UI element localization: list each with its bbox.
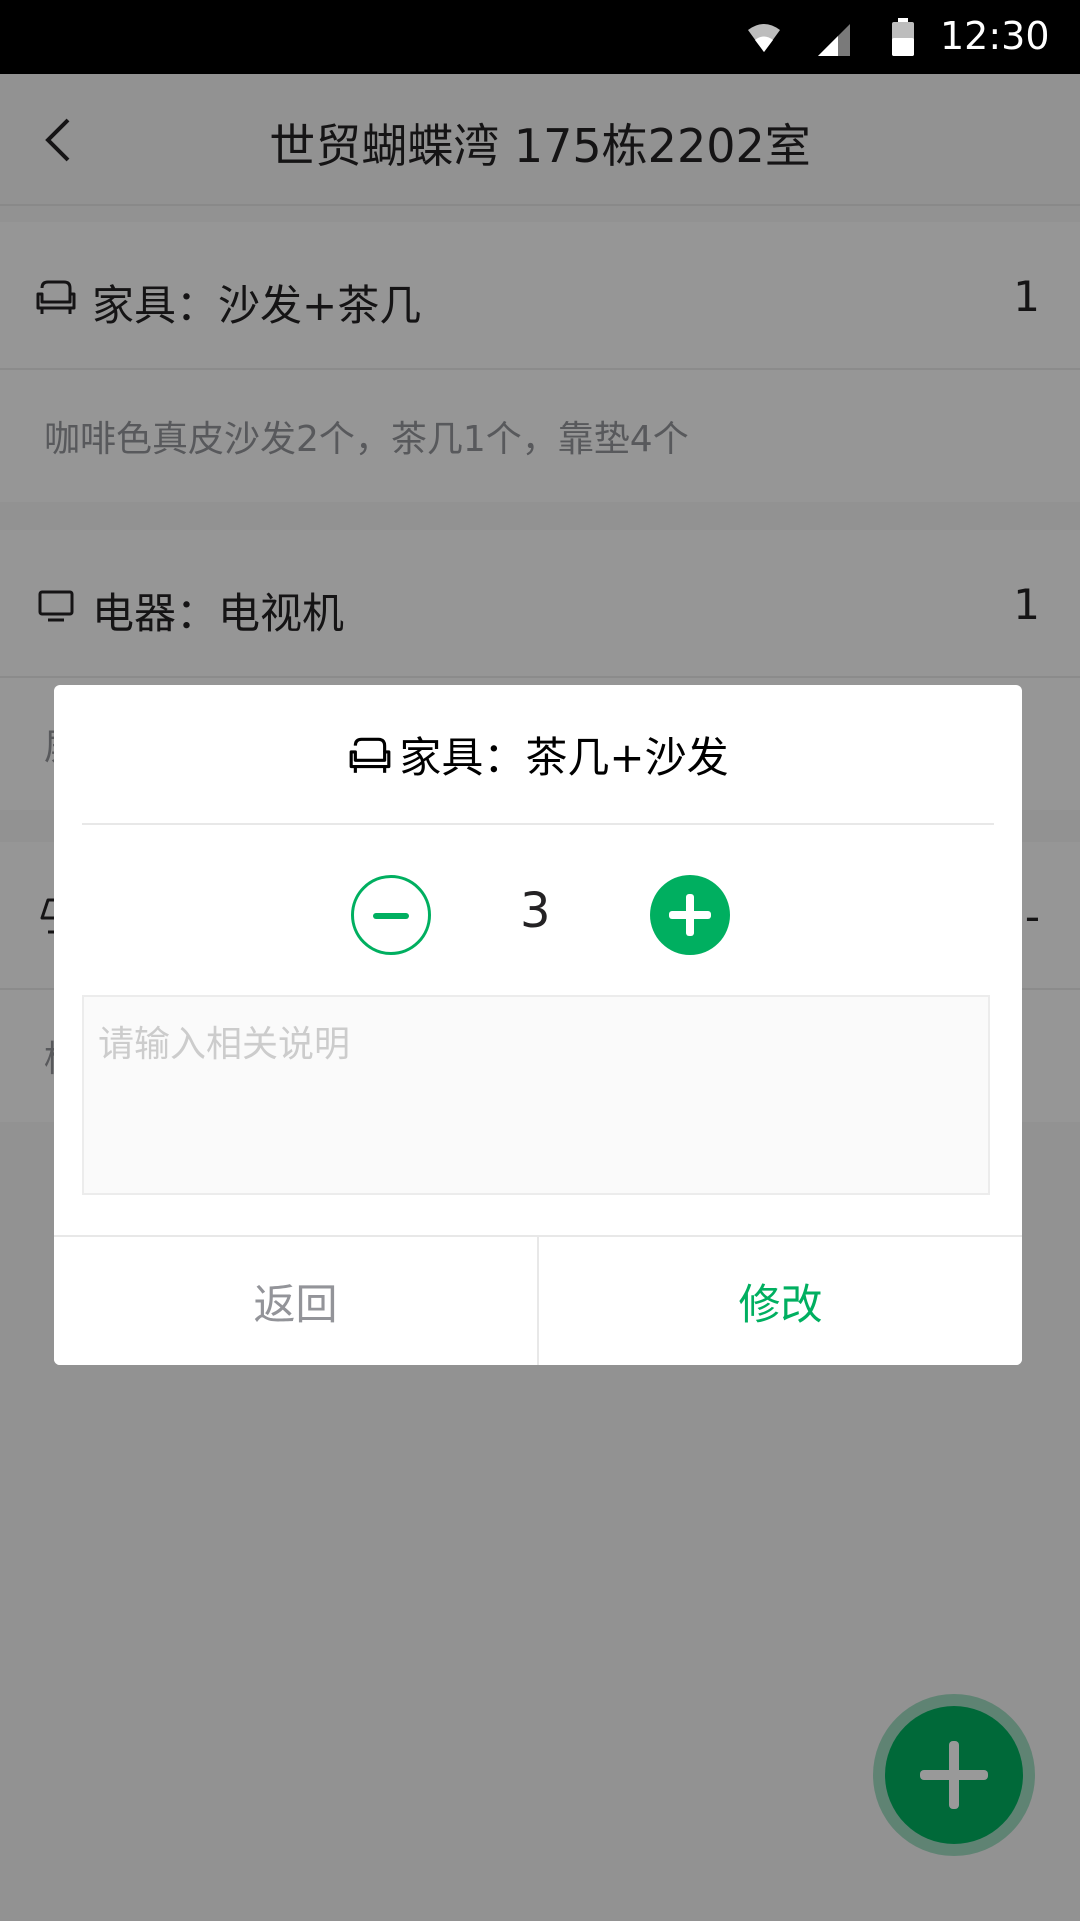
status-time: 12:30 bbox=[940, 14, 1050, 58]
edit-item-dialog: 家具：茶几+沙发 3 返回 修改 bbox=[54, 685, 1022, 1365]
wifi-icon bbox=[748, 24, 780, 52]
battery-icon bbox=[892, 18, 914, 56]
decrease-button[interactable] bbox=[351, 875, 431, 955]
dialog-title-text: 家具：茶几+沙发 bbox=[399, 732, 729, 782]
back-button[interactable]: 返回 bbox=[54, 1237, 539, 1365]
note-input[interactable] bbox=[82, 995, 990, 1195]
dialog-buttons: 返回 修改 bbox=[54, 1235, 1022, 1365]
sofa-icon bbox=[350, 737, 391, 773]
edit-button[interactable]: 修改 bbox=[539, 1237, 1022, 1365]
status-bar: 12:30 bbox=[0, 0, 1080, 74]
quantity-stepper: 3 bbox=[54, 875, 1022, 957]
increase-button[interactable] bbox=[650, 875, 730, 955]
quantity-value: 3 bbox=[520, 883, 551, 939]
dialog-title: 家具：茶几+沙发 bbox=[82, 685, 994, 825]
signal-icon bbox=[818, 24, 850, 56]
